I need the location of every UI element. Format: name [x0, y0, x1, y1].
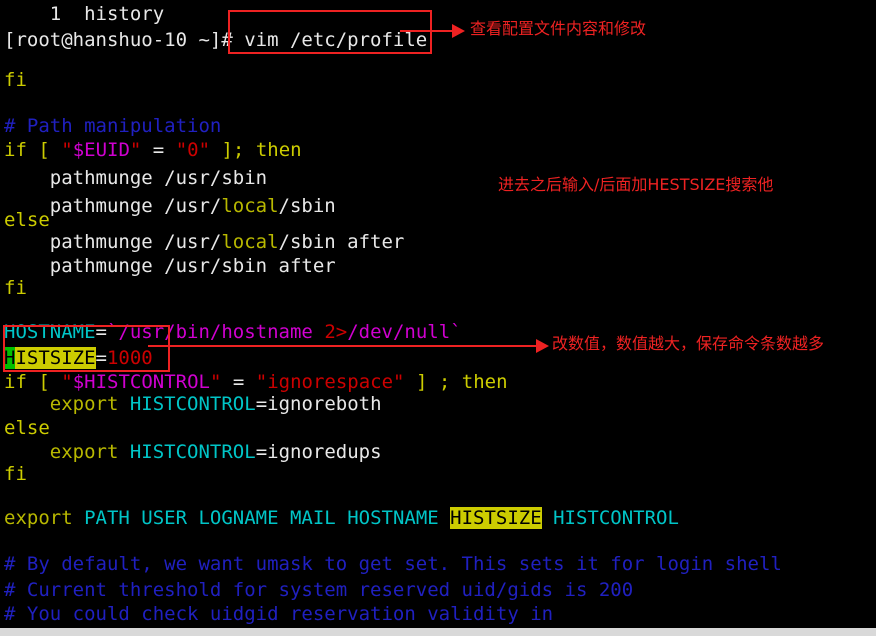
- terminal-text-span: [: [38, 139, 50, 161]
- terminal-text-span: HISTCONTROL: [129, 393, 256, 415]
- terminal-text-span: [118, 393, 129, 415]
- terminal-text-span: /sbin: [278, 195, 336, 217]
- annotation-text-vim-command: 查看配置文件内容和修改: [470, 19, 647, 38]
- terminal-text-span: if: [4, 139, 27, 161]
- terminal-line: export HISTCONTROL=ignoredups: [4, 438, 382, 466]
- terminal-text-span: [73, 507, 84, 529]
- terminal-text-span: then: [255, 139, 302, 161]
- terminal-text-span: local: [221, 195, 279, 217]
- terminal-text-span: pathmunge /usr/: [4, 231, 222, 253]
- terminal-text-span: HOSTNAME: [4, 321, 96, 343]
- terminal-text-span: fi: [4, 69, 27, 91]
- terminal-text-span: else: [4, 417, 50, 439]
- terminal-line: fi: [4, 66, 27, 94]
- terminal-text-span: [root@hanshuo-10 ~]#: [4, 29, 245, 51]
- terminal-screen[interactable]: 1 history [root@hanshuo-10 ~]# vim /etc/p…: [0, 0, 876, 628]
- terminal-text-span: =: [95, 347, 107, 369]
- terminal-text-span: [27, 139, 38, 161]
- terminal-text-span: PATH USER LOGNAME MAIL HOSTNAME: [84, 507, 451, 529]
- terminal-text-span: H: [4, 347, 16, 369]
- terminal-text-span: =: [141, 139, 176, 161]
- terminal-text-span: HISTCONTROL: [553, 507, 679, 529]
- terminal-text-span: then: [461, 371, 508, 393]
- terminal-text-span: HISTSIZE: [450, 507, 542, 529]
- terminal-text-span: ": [61, 139, 73, 161]
- terminal-text-span: export: [4, 507, 73, 529]
- terminal-line: 1 history: [4, 0, 164, 28]
- terminal-line: export HISTCONTROL=ignoreboth: [4, 390, 382, 418]
- terminal-text-span: [210, 139, 221, 161]
- terminal-text-span: =ignoreboth: [255, 393, 382, 415]
- terminal-text-span: fi: [4, 277, 27, 299]
- terminal-line: fi: [4, 274, 27, 302]
- terminal-line: HOSTNAME=`/usr/bin/hostname 2>/dev/null`: [4, 318, 462, 346]
- terminal-text-span: local: [221, 231, 279, 253]
- terminal-line: export PATH USER LOGNAME MAIL HOSTNAME H…: [4, 504, 679, 532]
- terminal-text-span: /dev/null`: [347, 321, 462, 343]
- terminal-text-span: # Path manipulation: [4, 115, 222, 137]
- terminal-text-span: export: [49, 393, 119, 415]
- terminal-text-span: # By default, we want umask to get set. …: [4, 553, 782, 575]
- terminal-line: # By default, we want umask to get set. …: [4, 550, 782, 578]
- terminal-text-span: [50, 139, 61, 161]
- annotation-text-search-hint: 进去之后输入/后面加HESTSIZE搜索他: [498, 175, 774, 194]
- terminal-text-span: ]: [415, 371, 428, 393]
- terminal-line: pathmunge /usr/sbin: [4, 164, 267, 192]
- terminal-line: pathmunge /usr/sbin after: [4, 252, 336, 280]
- terminal-text-span: =ignoredups: [255, 441, 382, 463]
- terminal-text-span: pathmunge /usr/sbin after: [4, 255, 336, 277]
- terminal-text-span: export: [49, 441, 119, 463]
- terminal-text-span: HISTCONTROL: [129, 441, 256, 463]
- terminal-text-span: # Current threshold for system reserved …: [4, 579, 634, 601]
- terminal-text-span: fi: [4, 463, 27, 485]
- terminal-line: pathmunge /usr/local/sbin: [4, 192, 336, 220]
- terminal-text-span: # You could check uidgid reservation val…: [4, 603, 554, 625]
- terminal-text-span: 1000: [106, 347, 153, 369]
- terminal-text-span: 2>: [324, 321, 348, 343]
- annotation-text-histsize-value: 改数值，数值越大，保存命令条数越多: [552, 334, 825, 353]
- terminal-text-span: [427, 371, 438, 393]
- terminal-text-span: ;: [438, 371, 451, 393]
- terminal-text-span: "0": [175, 139, 211, 161]
- terminal-text-span: ISTSIZE: [15, 347, 96, 369]
- terminal-text-span: $EUID: [72, 139, 130, 161]
- terminal-line: if [ "$EUID" = "0" ]; then: [4, 136, 302, 164]
- terminal-text-span: [542, 507, 553, 529]
- bottom-strip: [0, 628, 876, 636]
- terminal-text-span: [404, 371, 415, 393]
- terminal-text-span: `/usr/bin/hostname: [106, 321, 325, 343]
- terminal-text-span: [4, 393, 50, 415]
- terminal-text-span: 1 history: [4, 3, 165, 25]
- terminal-text-span: [450, 371, 461, 393]
- terminal-text-span: ": [129, 139, 142, 161]
- terminal-text-span: ];: [221, 139, 245, 161]
- terminal-text-span: [244, 139, 255, 161]
- terminal-line: fi: [4, 460, 27, 488]
- terminal-line: # You could check uidgid reservation val…: [4, 600, 553, 628]
- terminal-text-span: vim /etc/profile: [244, 29, 428, 51]
- terminal-text-span: pathmunge /usr/sbin: [4, 167, 268, 189]
- terminal-text-span: [118, 441, 129, 463]
- terminal-text-span: =: [95, 321, 107, 343]
- terminal-text-span: /sbin after: [278, 231, 405, 253]
- terminal-line: [root@hanshuo-10 ~]# vim /etc/profile: [4, 26, 427, 54]
